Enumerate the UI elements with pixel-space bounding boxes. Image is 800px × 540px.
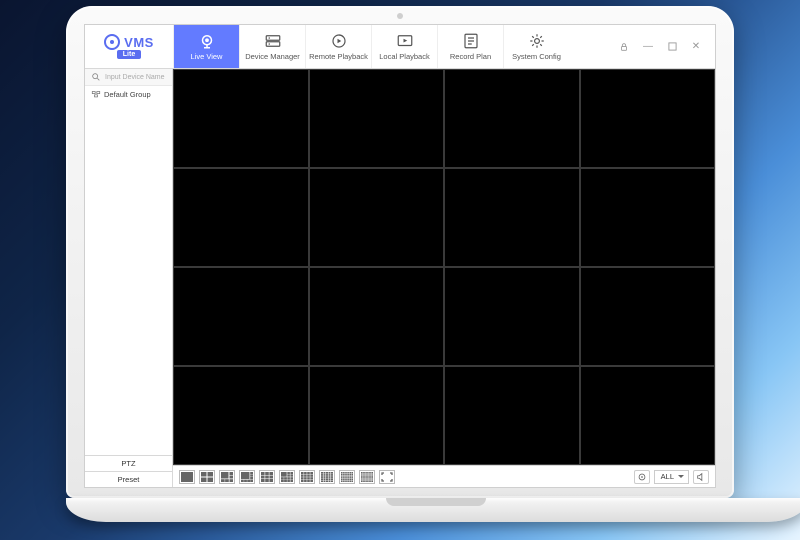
tab-label: Live View: [191, 52, 223, 61]
preset-panel-header[interactable]: Preset: [85, 472, 172, 487]
camera-icon: [198, 32, 216, 50]
video-cell[interactable]: [580, 366, 716, 465]
device-icon: [264, 32, 282, 50]
tab-system-config[interactable]: System Config: [503, 25, 569, 68]
video-cell[interactable]: [309, 69, 445, 168]
layout-1plus5[interactable]: [219, 470, 235, 484]
logo-badge: Lite: [117, 50, 141, 59]
group-icon: [91, 89, 101, 99]
video-grid[interactable]: [173, 69, 715, 465]
layout-5x5[interactable]: [319, 470, 335, 484]
app-body: Input Device Name Default Group PTZ Pres…: [85, 69, 715, 487]
tab-label: Remote Playback: [309, 52, 368, 61]
tab-label: Device Manager: [245, 52, 300, 61]
layout-8x8[interactable]: [359, 470, 375, 484]
layout-1x1[interactable]: [179, 470, 195, 484]
laptop-notch: [386, 498, 486, 506]
video-cell[interactable]: [309, 168, 445, 267]
video-cell[interactable]: [173, 168, 309, 267]
lock-icon[interactable]: [615, 40, 633, 54]
layout-1plus12[interactable]: [279, 470, 295, 484]
video-cell[interactable]: [580, 69, 716, 168]
main-area: ALL: [173, 69, 715, 487]
tab-label: Local Playback: [379, 52, 429, 61]
fullscreen-button[interactable]: [379, 470, 395, 484]
tree-root[interactable]: Default Group: [85, 86, 172, 102]
laptop-base: [66, 498, 800, 522]
app-header: VMS Lite Live View Device Manager: [85, 25, 715, 69]
footer-bar: ALL: [173, 465, 715, 487]
app-logo: VMS Lite: [85, 25, 173, 68]
sidebar: Input Device Name Default Group PTZ Pres…: [85, 69, 173, 487]
tab-label: System Config: [512, 52, 561, 61]
device-search[interactable]: Input Device Name: [85, 69, 172, 86]
video-cell[interactable]: [444, 267, 580, 366]
video-cell[interactable]: [444, 168, 580, 267]
video-cell[interactable]: [309, 267, 445, 366]
tab-record-plan[interactable]: Record Plan: [437, 25, 503, 68]
app-window: VMS Lite Live View Device Manager: [84, 24, 716, 488]
layout-1plus7[interactable]: [239, 470, 255, 484]
logo-icon: [104, 34, 120, 50]
stream-select-value: ALL: [661, 472, 674, 481]
tab-live-view[interactable]: Live View: [173, 25, 239, 68]
close-button[interactable]: ✕: [687, 40, 705, 54]
tab-local-playback[interactable]: Local Playback: [371, 25, 437, 68]
record-plan-icon: [462, 32, 480, 50]
video-cell[interactable]: [444, 69, 580, 168]
layout-2x2[interactable]: [199, 470, 215, 484]
video-cell[interactable]: [309, 366, 445, 465]
sidebar-footer: PTZ Preset: [85, 455, 172, 487]
maximize-button[interactable]: [663, 40, 681, 54]
video-cell[interactable]: [173, 69, 309, 168]
laptop-camera: [397, 13, 403, 19]
remote-playback-icon: [330, 32, 348, 50]
window-controls: ― ✕: [605, 25, 715, 68]
top-toolbar: Live View Device Manager Remote Playback…: [173, 25, 569, 68]
snapshot-button[interactable]: [634, 470, 650, 484]
stream-select[interactable]: ALL: [654, 470, 689, 484]
device-tree: Default Group: [85, 86, 172, 455]
search-icon: [91, 72, 101, 82]
tab-device-manager[interactable]: Device Manager: [239, 25, 305, 68]
laptop-mock: VMS Lite Live View Device Manager: [66, 6, 734, 522]
video-cell[interactable]: [173, 366, 309, 465]
video-cell[interactable]: [173, 267, 309, 366]
gear-icon: [528, 32, 546, 50]
video-cell[interactable]: [580, 267, 716, 366]
tab-label: Record Plan: [450, 52, 491, 61]
tab-remote-playback[interactable]: Remote Playback: [305, 25, 371, 68]
video-cell[interactable]: [444, 366, 580, 465]
layout-3x3[interactable]: [259, 470, 275, 484]
laptop-bezel: VMS Lite Live View Device Manager: [66, 6, 734, 498]
search-placeholder: Input Device Name: [105, 74, 165, 81]
audio-button[interactable]: [693, 470, 709, 484]
minimize-button[interactable]: ―: [639, 40, 657, 54]
logo-brand: VMS: [124, 35, 154, 50]
local-playback-icon: [396, 32, 414, 50]
video-cell[interactable]: [580, 168, 716, 267]
tree-root-label: Default Group: [104, 90, 151, 99]
layout-4x4[interactable]: [299, 470, 315, 484]
layout-6x6[interactable]: [339, 470, 355, 484]
ptz-panel-header[interactable]: PTZ: [85, 456, 172, 472]
